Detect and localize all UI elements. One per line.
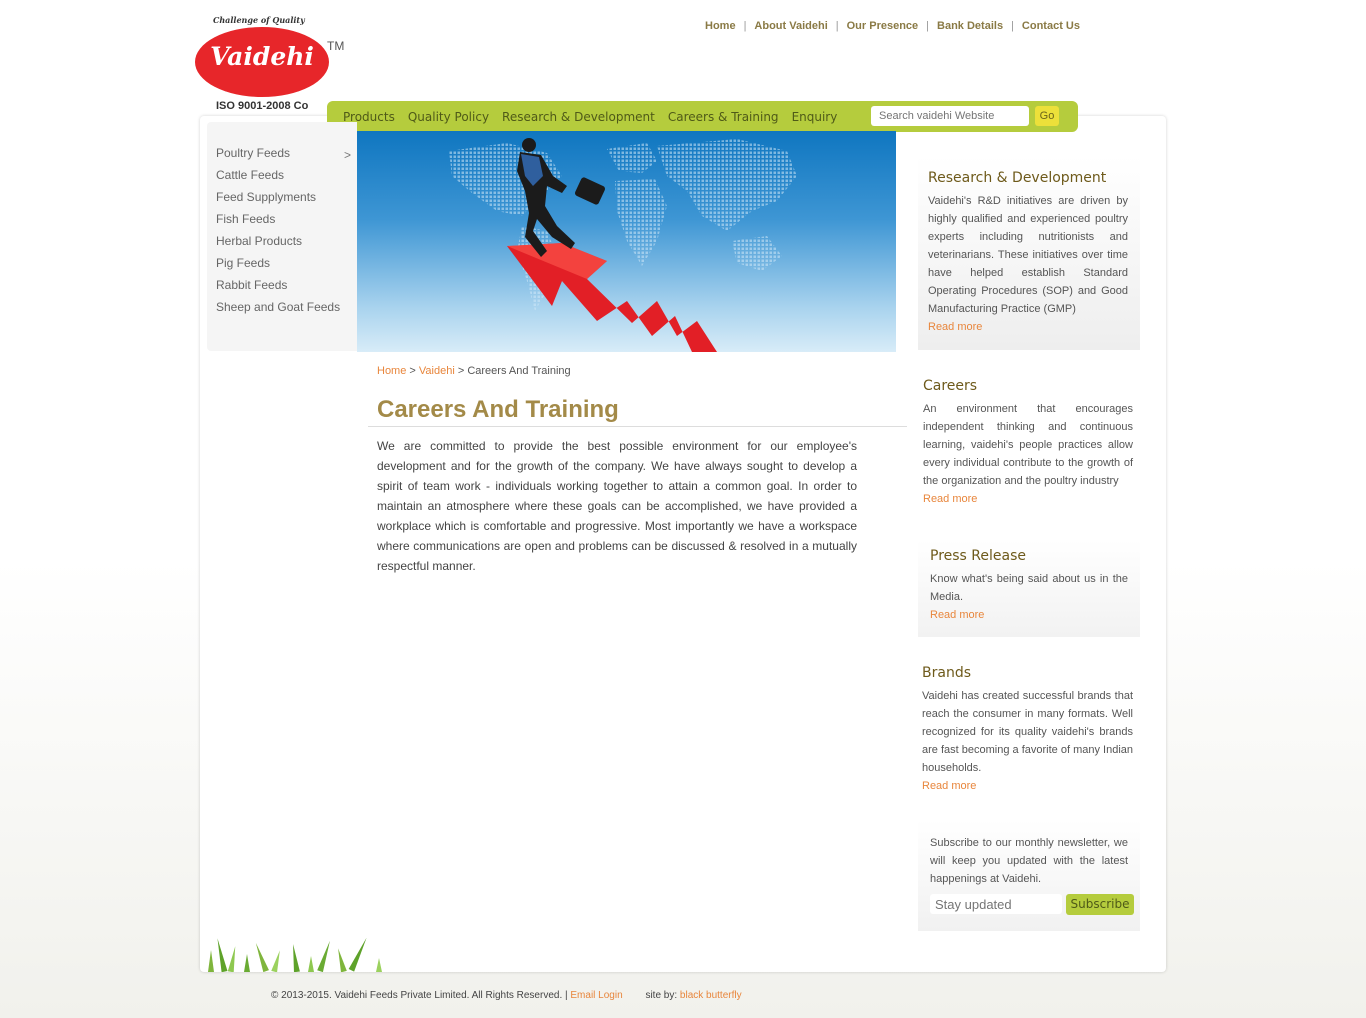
page-title: Careers And Training bbox=[377, 396, 619, 423]
top-nav-separator: | bbox=[926, 20, 930, 32]
press-release-title: Press Release bbox=[930, 548, 1026, 564]
submenu-arrow-icon: > bbox=[344, 148, 352, 162]
breadcrumb-separator: > bbox=[454, 365, 468, 377]
careers-read-more[interactable]: Read more bbox=[923, 490, 1133, 508]
search-go-button[interactable]: Go bbox=[1035, 106, 1059, 126]
vaidehi-logo[interactable]: Challenge of Quality Vaidehi TM ISO 9001… bbox=[193, 14, 353, 116]
banner-illustration-icon bbox=[449, 138, 797, 352]
footer-copyright: © 2013-2015. Vaidehi Feeds Private Limit… bbox=[271, 990, 568, 1001]
title-divider bbox=[368, 426, 907, 427]
press-release-read-more[interactable]: Read more bbox=[930, 606, 1128, 624]
breadcrumb-vaidehi-link[interactable]: Vaidehi bbox=[419, 365, 455, 377]
research-development-read-more[interactable]: Read more bbox=[928, 318, 1128, 336]
top-nav-separator: | bbox=[743, 20, 747, 32]
site-search-input[interactable] bbox=[871, 106, 1029, 126]
grass-decoration-icon bbox=[200, 927, 430, 972]
menu-careers-training[interactable]: Careers & Training bbox=[668, 110, 779, 124]
careers-box: Careers An environment that encourages i… bbox=[923, 378, 1133, 508]
research-development-title: Research & Development bbox=[928, 170, 1107, 186]
top-nav-presence[interactable]: Our Presence bbox=[847, 20, 919, 32]
sidebar-item-cattle-feeds[interactable]: Cattle Feeds bbox=[216, 168, 340, 190]
press-release-box: Press Release Know what's being said abo… bbox=[918, 540, 1140, 637]
subscribe-button[interactable]: Subscribe bbox=[1066, 894, 1134, 915]
breadcrumb-home-link[interactable]: Home bbox=[377, 365, 406, 377]
sidebar-item-rabbit-feeds[interactable]: Rabbit Feeds bbox=[216, 278, 340, 300]
careers-title: Careers bbox=[923, 378, 978, 394]
top-nav-about[interactable]: About Vaidehi bbox=[754, 20, 827, 32]
careers-text: An environment that encourages independe… bbox=[923, 403, 1133, 487]
businessman-climbing-arrow-banner bbox=[357, 131, 896, 352]
top-nav-contact[interactable]: Contact Us bbox=[1022, 20, 1080, 32]
breadcrumb-separator: > bbox=[406, 365, 419, 377]
research-development-box: Research & Development Vaidehi's R&D ini… bbox=[918, 156, 1140, 350]
brands-read-more[interactable]: Read more bbox=[922, 777, 1133, 795]
logo-brand-text: Vaidehi bbox=[210, 42, 314, 71]
sidebar-item-feed-supplyments[interactable]: Feed Supplyments bbox=[216, 190, 340, 212]
press-release-text: Know what's being said about us in the M… bbox=[930, 573, 1128, 603]
newsletter-text: Subscribe to our monthly newsletter, we … bbox=[930, 837, 1128, 885]
breadcrumb: Home > Vaidehi > Careers And Training bbox=[377, 365, 571, 377]
product-sidebar: Poultry Feeds Cattle Feeds Feed Supplyme… bbox=[207, 122, 357, 351]
sidebar-item-pig-feeds[interactable]: Pig Feeds bbox=[216, 256, 340, 278]
footer-email-login-link[interactable]: Email Login bbox=[570, 990, 622, 1001]
research-development-text: Vaidehi's R&D initiatives are driven by … bbox=[928, 195, 1128, 315]
top-nav-separator: | bbox=[835, 20, 839, 32]
sidebar-item-sheep-goat-feeds[interactable]: Sheep and Goat Feeds bbox=[216, 300, 340, 322]
menu-quality-policy[interactable]: Quality Policy bbox=[408, 110, 489, 124]
sidebar-item-herbal-products[interactable]: Herbal Products bbox=[216, 234, 340, 256]
breadcrumb-current: Careers And Training bbox=[467, 365, 571, 377]
menu-enquiry[interactable]: Enquiry bbox=[792, 110, 838, 124]
sidebar-item-poultry-feeds[interactable]: Poultry Feeds bbox=[216, 146, 340, 168]
sidebar-item-fish-feeds[interactable]: Fish Feeds bbox=[216, 212, 340, 234]
iso-certification: ISO 9001-2008 Co bbox=[216, 100, 309, 112]
newsletter-email-input[interactable] bbox=[930, 894, 1062, 914]
footer-site-by: site by: bbox=[645, 990, 678, 1001]
brands-box: Brands Vaidehi has created successful br… bbox=[922, 665, 1133, 795]
top-nav-home[interactable]: Home bbox=[705, 20, 736, 32]
brands-text: Vaidehi has created successful brands th… bbox=[922, 690, 1133, 774]
page-body-text: We are committed to provide the best pos… bbox=[377, 439, 857, 573]
top-nav-bank-details[interactable]: Bank Details bbox=[937, 20, 1003, 32]
newsletter-subscribe-box: Subscribe to our monthly newsletter, we … bbox=[918, 820, 1140, 931]
trademark-mark: TM bbox=[327, 39, 345, 53]
top-nav-separator: | bbox=[1011, 20, 1014, 32]
menu-research-development[interactable]: Research & Development bbox=[502, 110, 655, 124]
footer-designer-link[interactable]: black butterfly bbox=[680, 990, 742, 1001]
main-menu-bar: Products Quality Policy Research & Develop… bbox=[327, 101, 1078, 132]
logo-tagline: Challenge of Quality bbox=[213, 15, 305, 25]
brands-title: Brands bbox=[922, 665, 971, 681]
footer: © 2013-2015. Vaidehi Feeds Private Limit… bbox=[271, 990, 742, 1001]
top-navigation: Home | About Vaidehi | Our Presence | Bank Det… bbox=[705, 20, 1080, 32]
